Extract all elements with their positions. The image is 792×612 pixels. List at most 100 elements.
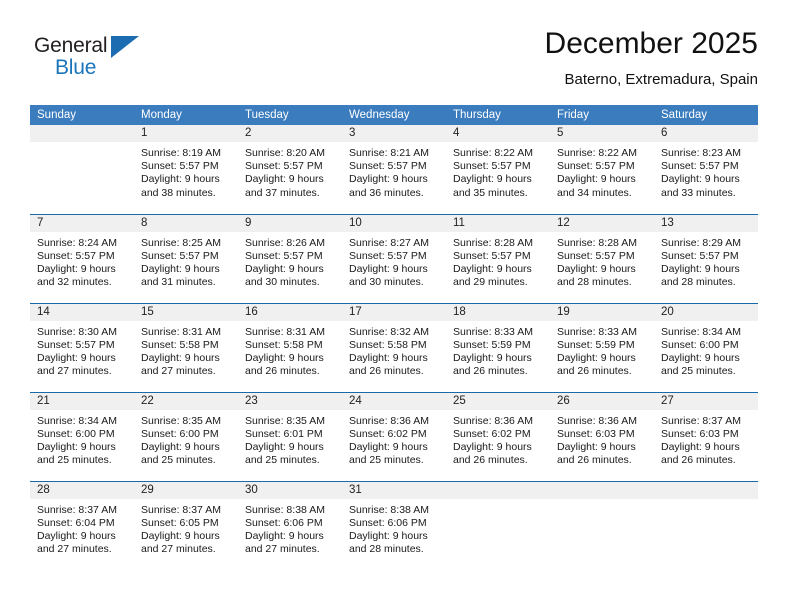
page-subtitle: Baterno, Extremadura, Spain	[564, 71, 758, 88]
sunrise-text: Sunrise: 8:36 AM	[349, 414, 429, 427]
day-cell[interactable]: 8 Sunrise: 8:25 AM Sunset: 5:57 PM Dayli…	[134, 213, 238, 303]
day-cell[interactable]: 14 Sunrise: 8:30 AM Sunset: 5:57 PM Dayl…	[30, 302, 134, 392]
daylight-text-line1: Daylight: 9 hours	[245, 262, 324, 275]
day-cell[interactable]: 15 Sunrise: 8:31 AM Sunset: 5:58 PM Dayl…	[134, 302, 238, 392]
day-details: Sunrise: 8:21 AM Sunset: 5:57 PM Dayligh…	[342, 142, 446, 200]
day-cell[interactable]: 1 Sunrise: 8:19 AM Sunset: 5:57 PM Dayli…	[134, 125, 238, 214]
day-cell[interactable]: 13 Sunrise: 8:29 AM Sunset: 5:57 PM Dayl…	[654, 213, 758, 303]
sunset-text: Sunset: 5:57 PM	[661, 249, 739, 262]
day-details: Sunrise: 8:28 AM Sunset: 5:57 PM Dayligh…	[550, 232, 654, 290]
day-number: 3	[342, 125, 446, 142]
brand-name-top: General	[34, 34, 108, 57]
brand-logo[interactable]: General Blue	[34, 34, 154, 86]
day-cell[interactable]: 7 Sunrise: 8:24 AM Sunset: 5:57 PM Dayli…	[30, 213, 134, 303]
sunrise-text: Sunrise: 8:37 AM	[141, 503, 221, 516]
day-cell[interactable]: 27 Sunrise: 8:37 AM Sunset: 6:03 PM Dayl…	[654, 391, 758, 481]
day-number: 1	[134, 125, 238, 142]
day-details: Sunrise: 8:34 AM Sunset: 6:00 PM Dayligh…	[654, 321, 758, 379]
day-cell[interactable]: 24 Sunrise: 8:36 AM Sunset: 6:02 PM Dayl…	[342, 391, 446, 481]
day-cell[interactable]: 11 Sunrise: 8:28 AM Sunset: 5:57 PM Dayl…	[446, 213, 550, 303]
sunrise-text: Sunrise: 8:38 AM	[349, 503, 429, 516]
daylight-text-line2: and 28 minutes.	[557, 276, 632, 289]
day-cell[interactable]: 16 Sunrise: 8:31 AM Sunset: 5:58 PM Dayl…	[238, 302, 342, 392]
daylight-text-line1: Daylight: 9 hours	[245, 440, 324, 453]
sunset-text: Sunset: 5:57 PM	[37, 338, 115, 351]
sunset-text: Sunset: 6:01 PM	[245, 427, 323, 440]
day-cell[interactable]: 10 Sunrise: 8:27 AM Sunset: 5:57 PM Dayl…	[342, 213, 446, 303]
day-details: Sunrise: 8:33 AM Sunset: 5:59 PM Dayligh…	[550, 321, 654, 379]
day-cell[interactable]: 19 Sunrise: 8:33 AM Sunset: 5:59 PM Dayl…	[550, 302, 654, 392]
sunrise-text: Sunrise: 8:26 AM	[245, 236, 325, 249]
daylight-text-line1: Daylight: 9 hours	[453, 440, 532, 453]
daylight-text-line1: Daylight: 9 hours	[37, 529, 116, 542]
daylight-text-line2: and 29 minutes.	[453, 276, 528, 289]
day-cell[interactable]: 22 Sunrise: 8:35 AM Sunset: 6:00 PM Dayl…	[134, 391, 238, 481]
day-cell-inner	[30, 125, 134, 213]
sunset-text: Sunset: 5:57 PM	[557, 160, 635, 173]
day-cell-inner: 4 Sunrise: 8:22 AM Sunset: 5:57 PM Dayli…	[446, 125, 550, 213]
day-cell[interactable]: 26 Sunrise: 8:36 AM Sunset: 6:03 PM Dayl…	[550, 391, 654, 481]
day-number: 18	[446, 303, 550, 321]
sunset-text: Sunset: 6:06 PM	[349, 516, 427, 529]
day-cell-inner: 31 Sunrise: 8:38 AM Sunset: 6:06 PM Dayl…	[342, 481, 446, 570]
day-cell[interactable]: 18 Sunrise: 8:33 AM Sunset: 5:59 PM Dayl…	[446, 302, 550, 392]
day-cell-inner: 23 Sunrise: 8:35 AM Sunset: 6:01 PM Dayl…	[238, 392, 342, 481]
day-cell-inner: 14 Sunrise: 8:30 AM Sunset: 5:57 PM Dayl…	[30, 303, 134, 392]
day-cell[interactable]: 9 Sunrise: 8:26 AM Sunset: 5:57 PM Dayli…	[238, 213, 342, 303]
week-row: 28 Sunrise: 8:37 AM Sunset: 6:04 PM Dayl…	[30, 480, 758, 570]
day-cell-inner: 21 Sunrise: 8:34 AM Sunset: 6:00 PM Dayl…	[30, 392, 134, 481]
day-cell[interactable]: 5 Sunrise: 8:22 AM Sunset: 5:57 PM Dayli…	[550, 125, 654, 214]
day-cell-inner: 3 Sunrise: 8:21 AM Sunset: 5:57 PM Dayli…	[342, 125, 446, 213]
daylight-text-line1: Daylight: 9 hours	[453, 262, 532, 275]
day-cell[interactable]: 12 Sunrise: 8:28 AM Sunset: 5:57 PM Dayl…	[550, 213, 654, 303]
day-cell[interactable]: 2 Sunrise: 8:20 AM Sunset: 5:57 PM Dayli…	[238, 125, 342, 214]
day-cell[interactable]: 31 Sunrise: 8:38 AM Sunset: 6:06 PM Dayl…	[342, 480, 446, 570]
sunrise-text: Sunrise: 8:25 AM	[141, 236, 221, 249]
day-cell[interactable]	[550, 480, 654, 570]
day-cell[interactable]: 25 Sunrise: 8:36 AM Sunset: 6:02 PM Dayl…	[446, 391, 550, 481]
day-cell[interactable]: 17 Sunrise: 8:32 AM Sunset: 5:58 PM Dayl…	[342, 302, 446, 392]
day-cell[interactable]: 4 Sunrise: 8:22 AM Sunset: 5:57 PM Dayli…	[446, 125, 550, 214]
day-cell[interactable]: 28 Sunrise: 8:37 AM Sunset: 6:04 PM Dayl…	[30, 480, 134, 570]
daylight-text-line2: and 25 minutes.	[141, 454, 216, 467]
day-cell[interactable]	[654, 480, 758, 570]
day-cell[interactable]: 29 Sunrise: 8:37 AM Sunset: 6:05 PM Dayl…	[134, 480, 238, 570]
daylight-text-line1: Daylight: 9 hours	[141, 440, 220, 453]
day-cell[interactable]: 30 Sunrise: 8:38 AM Sunset: 6:06 PM Dayl…	[238, 480, 342, 570]
daylight-text-line2: and 32 minutes.	[37, 276, 112, 289]
day-cell-inner: 26 Sunrise: 8:36 AM Sunset: 6:03 PM Dayl…	[550, 392, 654, 481]
day-cell[interactable]	[30, 125, 134, 214]
day-cell[interactable]: 6 Sunrise: 8:23 AM Sunset: 5:57 PM Dayli…	[654, 125, 758, 214]
daylight-text-line2: and 25 minutes.	[349, 454, 424, 467]
day-details: Sunrise: 8:32 AM Sunset: 5:58 PM Dayligh…	[342, 321, 446, 379]
calendar-page: General Blue December 2025 Baterno, Extr…	[0, 0, 792, 612]
day-details: Sunrise: 8:19 AM Sunset: 5:57 PM Dayligh…	[134, 142, 238, 200]
page-title: December 2025	[544, 27, 758, 60]
daylight-text-line2: and 34 minutes.	[557, 186, 632, 199]
sunset-text: Sunset: 6:06 PM	[245, 516, 323, 529]
day-cell[interactable]: 3 Sunrise: 8:21 AM Sunset: 5:57 PM Dayli…	[342, 125, 446, 214]
title-block: December 2025 Baterno, Extremadura, Spai…	[545, 26, 758, 90]
daylight-text-line1: Daylight: 9 hours	[349, 351, 428, 364]
sunrise-text: Sunrise: 8:31 AM	[141, 325, 221, 338]
day-number	[446, 481, 550, 499]
day-cell[interactable]: 23 Sunrise: 8:35 AM Sunset: 6:01 PM Dayl…	[238, 391, 342, 481]
day-cell[interactable]: 20 Sunrise: 8:34 AM Sunset: 6:00 PM Dayl…	[654, 302, 758, 392]
daylight-text-line1: Daylight: 9 hours	[245, 529, 324, 542]
day-details: Sunrise: 8:30 AM Sunset: 5:57 PM Dayligh…	[30, 321, 134, 379]
sunrise-text: Sunrise: 8:23 AM	[661, 147, 741, 159]
daylight-text-line2: and 27 minutes.	[37, 365, 112, 378]
day-number	[550, 481, 654, 499]
daylight-text-line2: and 25 minutes.	[37, 454, 112, 467]
sunset-text: Sunset: 5:58 PM	[349, 338, 427, 351]
day-cell-inner: 6 Sunrise: 8:23 AM Sunset: 5:57 PM Dayli…	[654, 125, 758, 213]
day-cell-inner	[550, 481, 654, 570]
daylight-text-line1: Daylight: 9 hours	[141, 262, 220, 275]
weekday-header-thursday: Thursday	[446, 105, 550, 125]
daylight-text-line1: Daylight: 9 hours	[661, 262, 740, 275]
daylight-text-line2: and 28 minutes.	[349, 543, 424, 556]
daylight-text-line1: Daylight: 9 hours	[37, 440, 116, 453]
day-cell[interactable]	[446, 480, 550, 570]
day-cell[interactable]: 21 Sunrise: 8:34 AM Sunset: 6:00 PM Dayl…	[30, 391, 134, 481]
daylight-text-line2: and 33 minutes.	[661, 186, 736, 199]
